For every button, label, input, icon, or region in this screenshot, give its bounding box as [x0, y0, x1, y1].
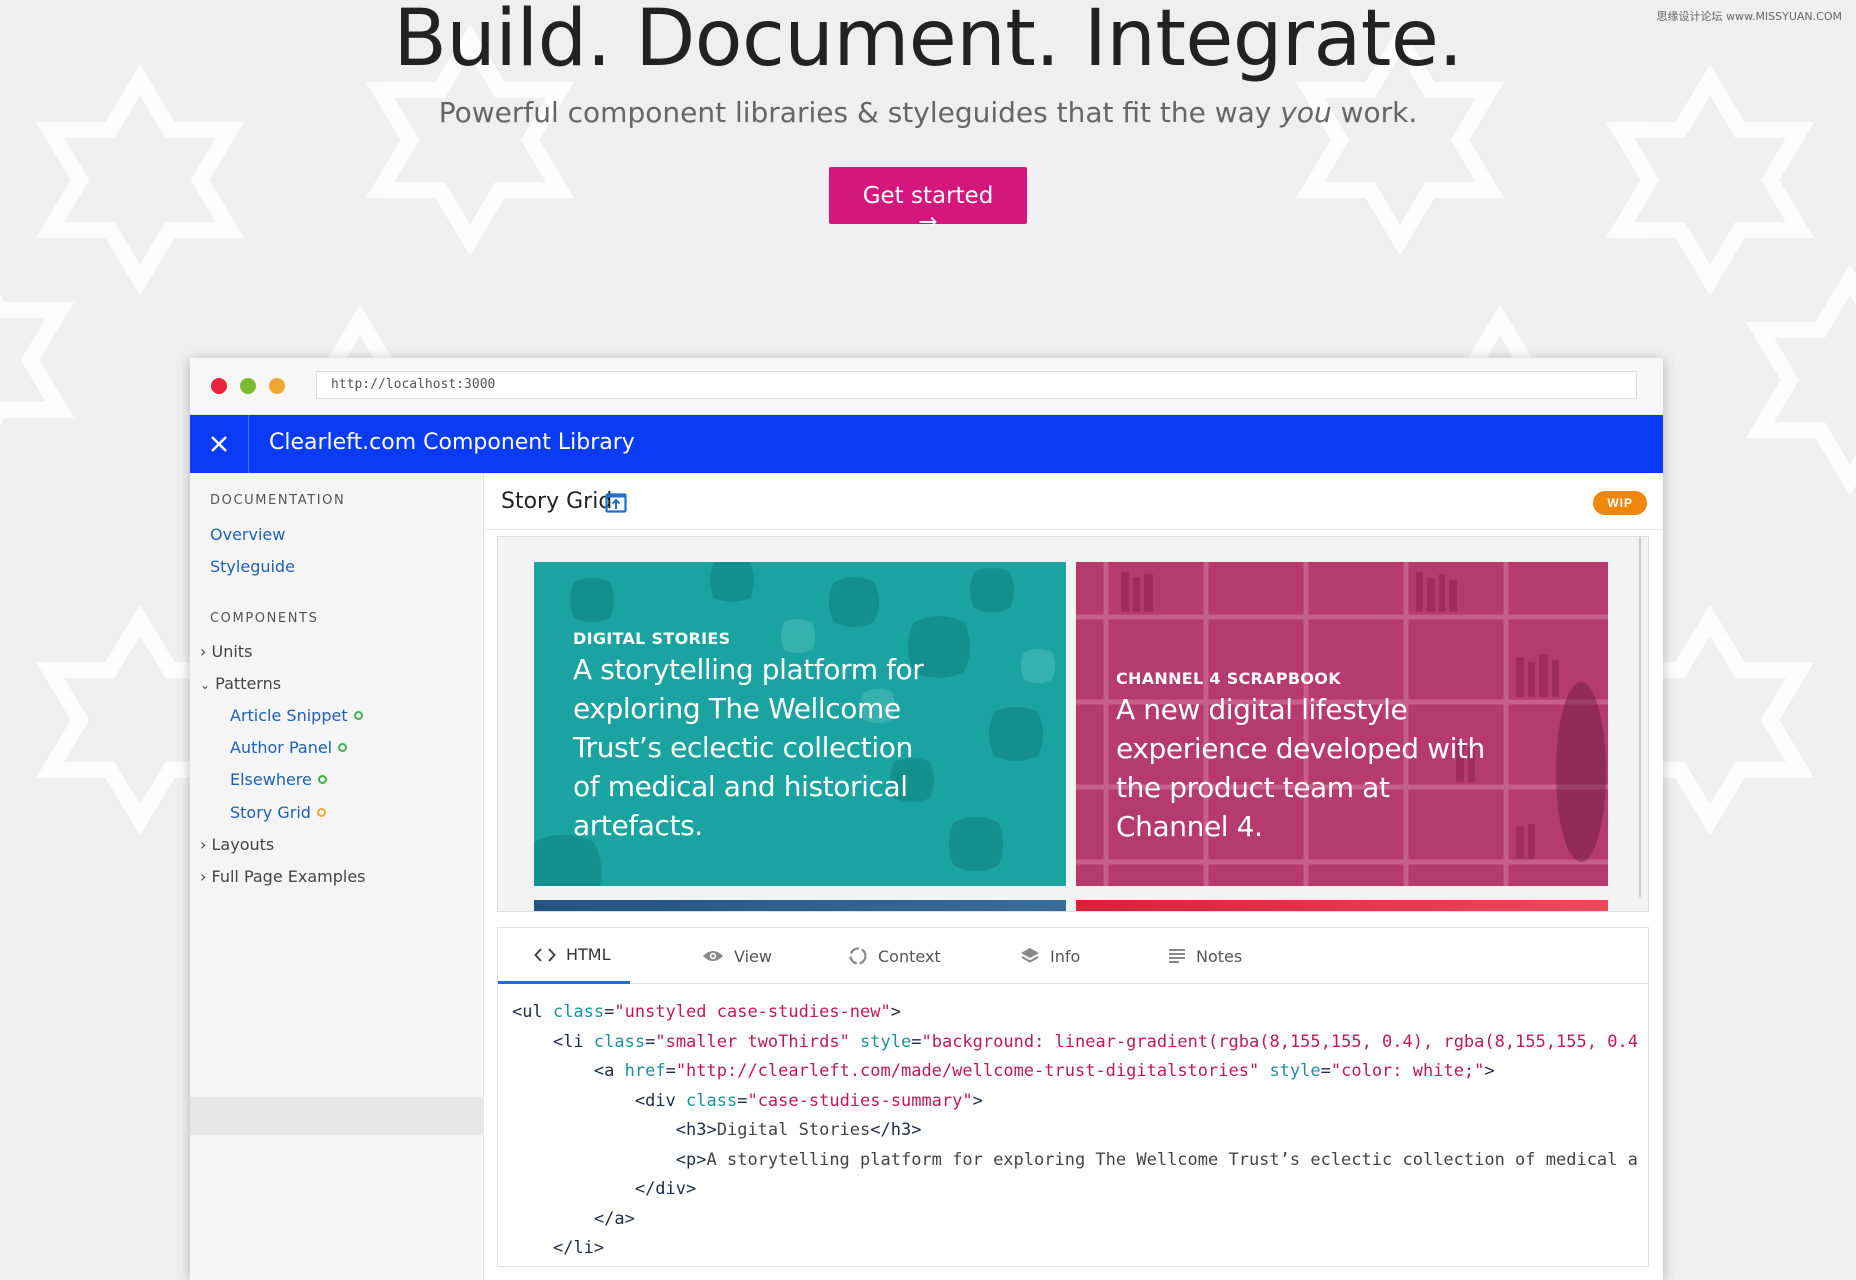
tab-label: View: [734, 946, 772, 966]
code-icon: [534, 947, 556, 962]
sidebar-item-full-page-examples[interactable]: › Full Page Examples: [200, 867, 366, 886]
component-preview: DIGITAL STORIES A storytelling platform …: [497, 536, 1649, 912]
sidebar: DOCUMENTATION Overview Styleguide COMPON…: [190, 473, 489, 1280]
code-line: <h3>Digital Stories</h3>: [675, 1120, 922, 1140]
close-icon: [211, 436, 227, 452]
code-line: </a>: [593, 1208, 635, 1229]
status-wip-icon: [316, 808, 326, 817]
tab-view[interactable]: View: [702, 928, 772, 984]
code-line: <a href="http://clearleft.com/made/wellc…: [593, 1061, 1495, 1081]
sidebar-item-label: Layouts: [211, 835, 275, 854]
chevron-right-icon: ›: [200, 642, 207, 661]
card-description: A new digital lifestyle experience devel…: [1116, 693, 1485, 843]
sidebar-item-label: Author Panel: [230, 738, 333, 757]
sidebar-item-patterns[interactable]: ⌄ Patterns: [200, 674, 281, 693]
hero-title: Build. Document. Integrate.: [393, 0, 1463, 84]
app-header: Clearleft.com Component Library: [190, 415, 1663, 473]
preview-scrollbar[interactable]: [1636, 537, 1644, 911]
subtitle-text-end: work.: [1331, 96, 1418, 129]
tab-label: Notes: [1196, 946, 1243, 966]
get-started-button[interactable]: Get started →: [829, 167, 1027, 235]
address-bar[interactable]: http://localhost:3000: [316, 371, 1637, 399]
code-line: </div>: [634, 1179, 697, 1199]
sidebar-item-article-snippet[interactable]: Article Snippet: [230, 706, 363, 725]
component-title: Story Grid: [501, 489, 613, 514]
tab-label: Context: [878, 946, 941, 966]
sidebar-item-layouts[interactable]: › Layouts: [200, 835, 274, 854]
story-card-next-row: [1076, 900, 1608, 911]
sidebar-item-label: Elsewhere: [230, 770, 312, 789]
status-ready-icon: [353, 711, 363, 720]
sidebar-item-label: Article Snippet: [230, 706, 348, 725]
code-line: <ul class="unstyled case-studies-new">: [512, 1002, 901, 1022]
chevron-right-icon: ›: [200, 867, 207, 886]
subtitle-emphasis: you: [1280, 96, 1332, 129]
sidebar-item-story-grid[interactable]: Story Grid: [230, 803, 326, 822]
sidebar-item-label: Patterns: [215, 674, 282, 693]
code-line: </li>: [552, 1238, 605, 1258]
tab-label: Info: [1050, 946, 1081, 966]
layers-icon: [1021, 948, 1039, 963]
story-card-channel-4-scrapbook[interactable]: CHANNEL 4 SCRAPBOOK A new digital lifest…: [1076, 562, 1608, 886]
sidebar-item-label: Full Page Examples: [211, 867, 366, 886]
tab-notes[interactable]: Notes: [1168, 928, 1242, 984]
tab-info[interactable]: Info: [1020, 928, 1080, 984]
maximize-window-button[interactable]: [240, 378, 256, 394]
sidebar-link-overview[interactable]: Overview: [210, 525, 285, 544]
code-line: <div class="case-studies-summary">: [634, 1090, 983, 1111]
documentation-heading: DOCUMENTATION: [210, 493, 346, 508]
app-title: Clearleft.com Component Library: [269, 430, 635, 455]
component-tabs: HTML View Context Info Notes: [497, 927, 1649, 984]
active-item-highlight: [190, 1097, 484, 1135]
chevron-down-icon: ⌄: [200, 678, 211, 692]
hero-section: Build. Document. Integrate. Powerful com…: [0, 0, 1856, 235]
status-ready-icon: [317, 775, 327, 784]
tab-html[interactable]: HTML: [498, 928, 630, 984]
sidebar-item-units[interactable]: › Units: [200, 642, 252, 661]
main-panel: Story Grid WIP DIGITAL STORIES A storyte…: [485, 473, 1663, 1280]
browser-chrome: http://localhost:3000: [190, 358, 1663, 415]
sidebar-item-author-panel[interactable]: Author Panel: [230, 738, 348, 757]
eye-icon: [703, 951, 723, 961]
sidebar-item-elsewhere[interactable]: Elsewhere: [230, 770, 327, 789]
code-line: <li class="smaller twoThirds" style="bac…: [552, 1031, 1638, 1052]
code-panel[interactable]: <ul class="unstyled case-studies-new"> <…: [497, 984, 1649, 1267]
chevron-right-icon: ›: [200, 835, 207, 854]
watermark: 思缘设计论坛 www.MISSYUAN.COM: [1656, 10, 1842, 23]
code-line: <p>A storytelling platform for exploring…: [675, 1149, 1638, 1170]
status-badge: WIP: [1593, 491, 1647, 515]
story-card-digital-stories[interactable]: DIGITAL STORIES A storytelling platform …: [534, 562, 1066, 886]
notes-icon: [1169, 949, 1185, 963]
story-card-next-row: [534, 900, 1066, 911]
card-description: A storytelling platform for exploring Th…: [573, 653, 924, 842]
card-category: DIGITAL STORIES: [573, 629, 731, 648]
refresh-icon: [849, 947, 867, 965]
browser-window: http://localhost:3000 Clearleft.com Comp…: [190, 358, 1663, 1280]
tab-label: HTML: [566, 945, 611, 964]
sidebar-link-styleguide[interactable]: Styleguide: [210, 557, 295, 576]
status-ready-icon: [338, 743, 348, 752]
sidebar-item-label: Units: [211, 642, 253, 661]
card-category: CHANNEL 4 SCRAPBOOK: [1116, 669, 1341, 688]
subtitle-text: Powerful component libraries & styleguid…: [438, 96, 1281, 129]
tab-context[interactable]: Context: [848, 928, 941, 984]
components-heading: COMPONENTS: [210, 611, 319, 626]
minimize-window-button[interactable]: [269, 378, 285, 394]
hero-subtitle: Powerful component libraries & styleguid…: [0, 96, 1856, 129]
sidebar-item-label: Story Grid: [230, 803, 311, 822]
close-window-button[interactable]: [211, 378, 227, 394]
component-header: Story Grid WIP: [485, 473, 1663, 530]
open-in-new-window-icon[interactable]: [605, 493, 627, 513]
close-sidebar-button[interactable]: [190, 415, 249, 473]
